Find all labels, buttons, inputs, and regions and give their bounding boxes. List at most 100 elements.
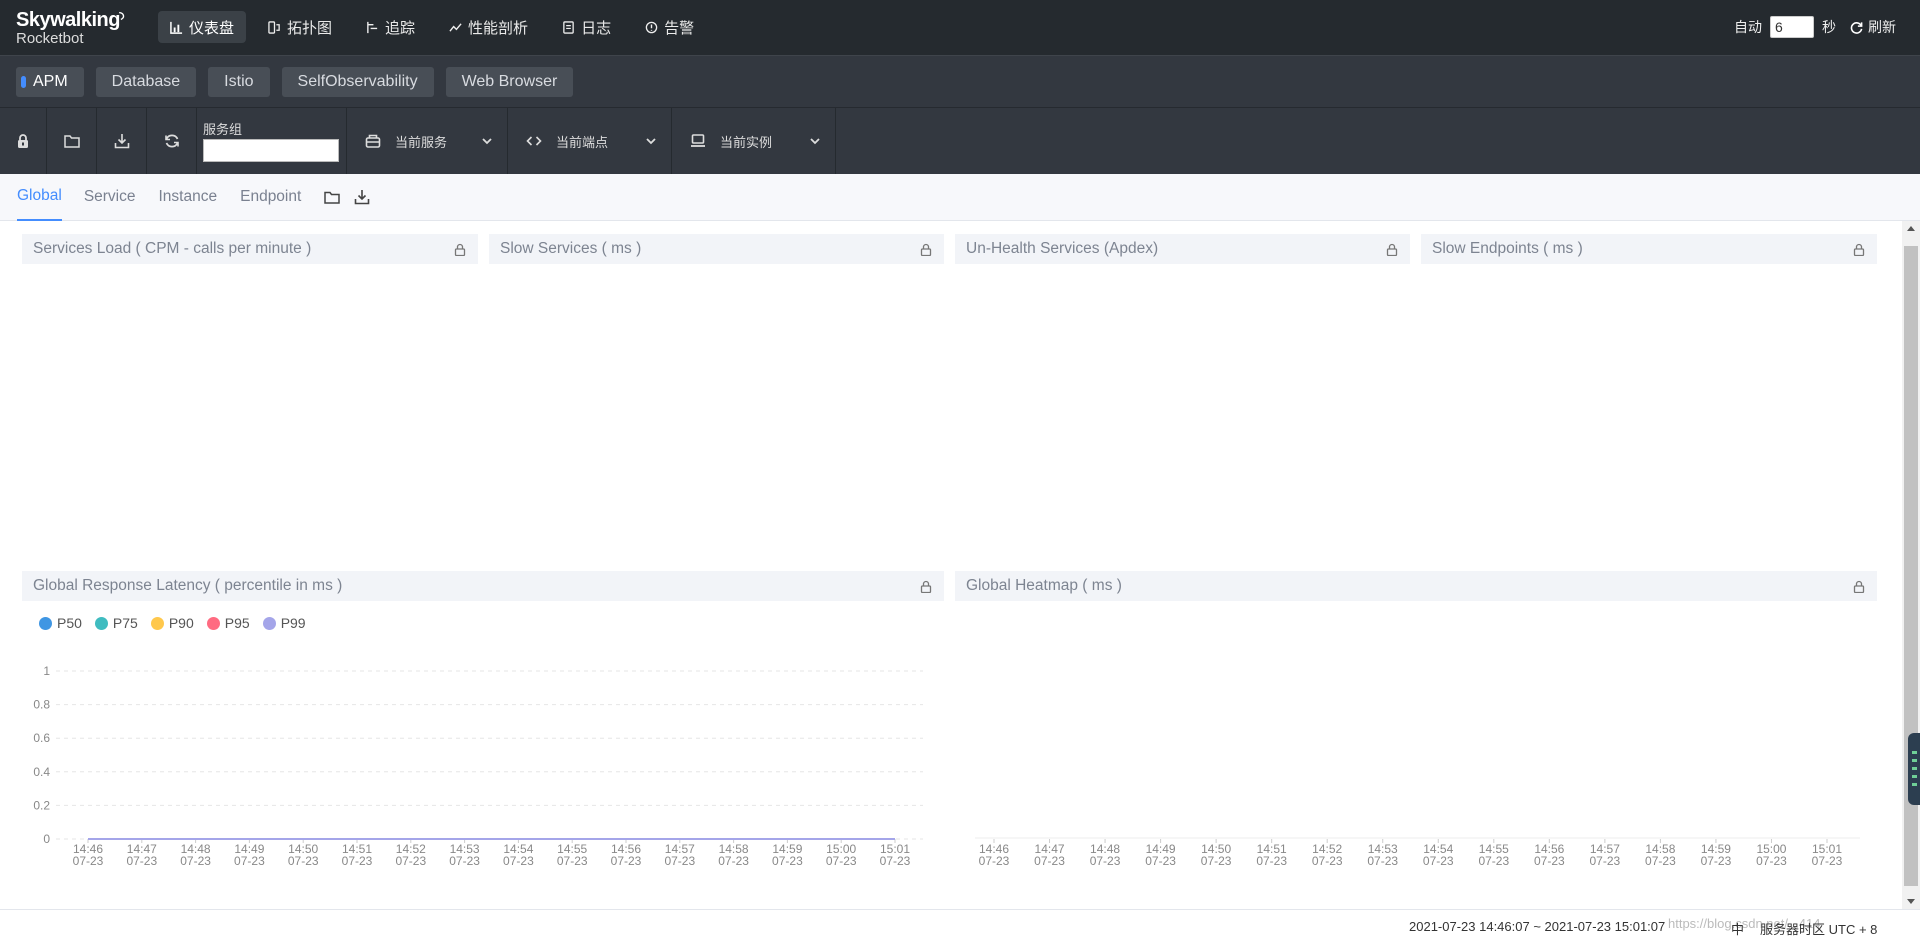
x-tick-date: 07-23 — [1034, 854, 1065, 868]
language-switch[interactable]: 中 — [1731, 919, 1744, 938]
logo[interactable]: Skywalking Rocketbot — [16, 10, 126, 50]
auto-interval-input[interactable] — [1770, 16, 1814, 38]
dashboard-tab-apm[interactable]: APM — [16, 67, 84, 97]
alarm-icon — [645, 21, 658, 33]
folder-icon — [63, 135, 80, 148]
auto-label: 自动 — [1734, 19, 1762, 35]
x-tick-date: 07-23 — [979, 854, 1010, 868]
dashboard-tab-selfobservability[interactable]: SelfObservability — [281, 67, 434, 97]
y-tick-label: 1 — [43, 664, 50, 678]
instance-selector[interactable]: 当前实例 — [672, 108, 836, 174]
y-tick-label: 0 — [43, 832, 50, 846]
chevron-down-icon — [810, 138, 820, 145]
instance-selector-label: 当前实例 — [720, 134, 773, 150]
charts-canvas: 10.80.60.40.2014:4607-2314:4707-2314:480… — [33, 664, 1860, 868]
refresh-button[interactable]: 刷新 — [1850, 17, 1896, 37]
service-selector[interactable]: 当前服务 — [347, 108, 508, 174]
nav-alarm[interactable]: 告警 — [633, 11, 706, 43]
dashboard-tab-web-browser[interactable]: Web Browser — [445, 67, 574, 97]
chevron-down-icon — [482, 138, 492, 145]
download-icon — [114, 134, 129, 149]
refresh-label: 刷新 — [1868, 19, 1896, 35]
y-tick-label: 0.6 — [33, 731, 50, 745]
nav-label: 追踪 — [385, 19, 416, 37]
nav-dashboard[interactable]: 仪表盘 — [158, 11, 247, 43]
seconds-label: 秒 — [1822, 19, 1836, 35]
x-tick-date: 07-23 — [1367, 854, 1398, 868]
scroll-down-arrow[interactable] — [1907, 899, 1915, 904]
x-tick-date: 07-23 — [1590, 854, 1621, 868]
main-nav: 仪表盘 拓扑图 追踪 性能剖析 日志 告警 — [158, 11, 716, 43]
trace-icon — [367, 21, 378, 33]
lock-button[interactable] — [0, 108, 47, 174]
endpoint-selector[interactable]: 当前端点 — [508, 108, 672, 174]
x-tick-date: 07-23 — [1478, 854, 1509, 868]
logo-arc-icon — [118, 11, 125, 21]
x-tick-date: 07-23 — [126, 854, 157, 868]
x-tick-date: 07-23 — [1701, 854, 1732, 868]
side-widget[interactable] — [1908, 733, 1920, 805]
reload-button[interactable] — [147, 108, 197, 174]
refresh-icon — [1850, 21, 1863, 34]
nav-log[interactable]: 日志 — [550, 11, 623, 43]
x-tick-date: 07-23 — [73, 854, 104, 868]
x-tick-date: 07-23 — [1256, 854, 1287, 868]
service-group: 服务组 — [197, 108, 347, 174]
tab-instance[interactable]: Instance — [159, 174, 218, 221]
x-tick-date: 07-23 — [826, 854, 857, 868]
x-tick-date: 07-23 — [395, 854, 426, 868]
sub-tab-bar: Global Service Instance Endpoint — [0, 174, 1920, 221]
x-tick-date: 07-23 — [1645, 854, 1676, 868]
lock-icon — [18, 134, 28, 148]
x-tick-date: 07-23 — [1534, 854, 1565, 868]
dashboard-tab-database[interactable]: Database — [95, 67, 197, 97]
x-tick-date: 07-23 — [1756, 854, 1787, 868]
nav-label: 性能剖析 — [468, 19, 529, 37]
x-tick-date: 07-23 — [664, 854, 695, 868]
x-tick-date: 07-23 — [1812, 854, 1843, 868]
tab-global[interactable]: Global — [17, 174, 62, 221]
laptop-icon — [691, 134, 705, 147]
scroll-up-arrow[interactable] — [1907, 226, 1915, 231]
reload-icon — [164, 134, 179, 148]
x-tick-date: 07-23 — [557, 854, 588, 868]
x-tick-date: 07-23 — [718, 854, 749, 868]
nav-trace[interactable]: 追踪 — [354, 11, 427, 43]
topology-icon — [268, 20, 280, 34]
x-tick-date: 07-23 — [449, 854, 480, 868]
toolbar: 服务组 当前服务 当前端点 当前实例 — [0, 107, 1920, 174]
nav-topology[interactable]: 拓扑图 — [256, 11, 344, 43]
nav-label: 仪表盘 — [189, 19, 235, 37]
auto-refresh: 自动 秒 刷新 — [1734, 16, 1896, 38]
x-tick-date: 07-23 — [1312, 854, 1343, 868]
export-button[interactable] — [97, 108, 147, 174]
x-tick-date: 07-23 — [772, 854, 803, 868]
x-tick-date: 07-23 — [1090, 854, 1121, 868]
nav-label: 日志 — [581, 19, 612, 37]
server-timezone: 服务器时区 UTC + 8 — [1760, 922, 1878, 937]
nav-profile[interactable]: 性能剖析 — [437, 11, 540, 43]
tab-endpoint[interactable]: Endpoint — [240, 174, 301, 221]
download-icon[interactable] — [354, 189, 370, 205]
x-tick-date: 07-23 — [1201, 854, 1232, 868]
dashboard-content: Services Load ( CPM - calls per minute )… — [0, 221, 1902, 909]
folder-icon[interactable] — [324, 189, 341, 205]
footer: 2021-07-23 14:46:07 ~ 2021-07-23 15:01:0… — [0, 909, 1920, 942]
code-icon — [526, 136, 542, 146]
chevron-down-icon — [646, 138, 656, 145]
service-group-input[interactable] — [203, 139, 339, 162]
top-nav: Skywalking Rocketbot 仪表盘 拓扑图 追踪 性能剖析 日志 — [0, 0, 1920, 55]
tab-service[interactable]: Service — [84, 174, 136, 221]
brand-subtitle: Rocketbot — [16, 30, 84, 47]
dashboard-tab-bar: APM Database Istio SelfObservability Web… — [0, 55, 1920, 107]
log-icon — [563, 20, 574, 34]
nav-label: 拓扑图 — [287, 19, 333, 37]
vertical-scrollbar[interactable] — [1902, 221, 1920, 909]
import-button[interactable] — [47, 108, 97, 174]
y-tick-label: 0.8 — [33, 698, 50, 712]
time-range[interactable]: 2021-07-23 14:46:07 ~ 2021-07-23 15:01:0… — [1409, 919, 1665, 934]
dashboard-tab-istio[interactable]: Istio — [208, 67, 270, 97]
service-box-icon — [365, 134, 381, 148]
x-tick-date: 07-23 — [288, 854, 319, 868]
x-tick-date: 07-23 — [234, 854, 265, 868]
